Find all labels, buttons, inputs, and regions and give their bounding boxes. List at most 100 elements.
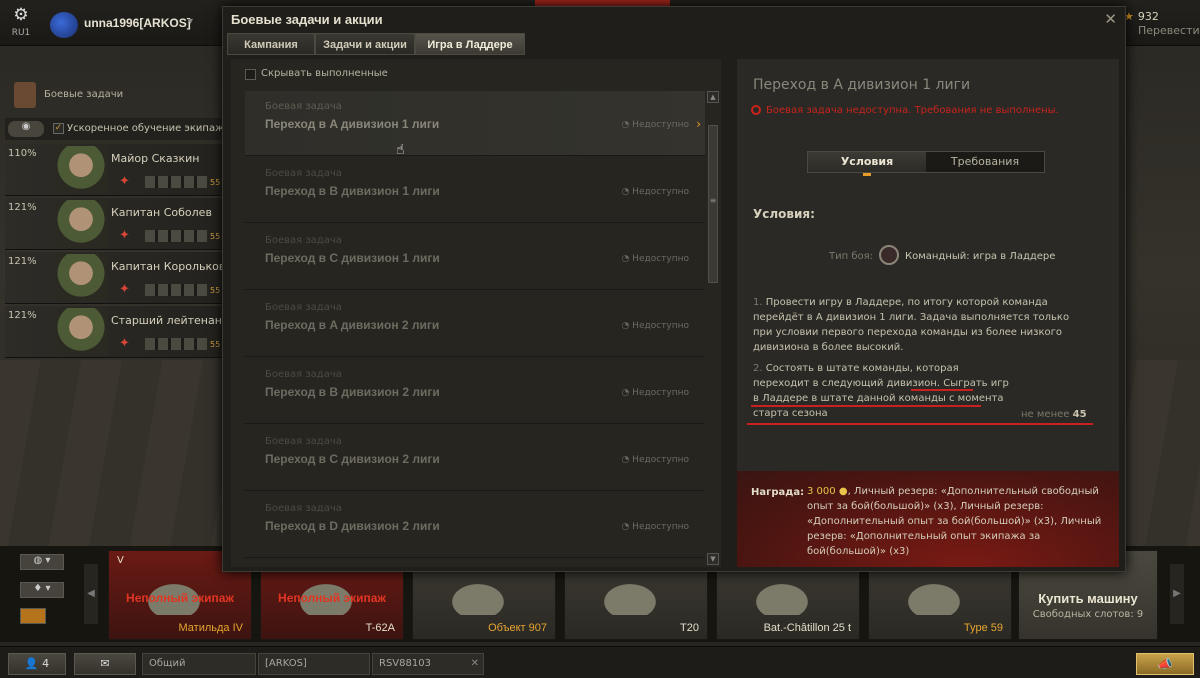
mission-status-text: Недоступно bbox=[632, 455, 689, 465]
channel-general[interactable]: Общий bbox=[142, 653, 256, 675]
missions-window: Боевые задачи и акции ✕ Кампания Задачи … bbox=[222, 6, 1126, 572]
mission-status: ◔ Недоступно bbox=[621, 254, 689, 264]
mission-detail-pane: Переход в A дивизион 1 лиги Боевая задач… bbox=[737, 59, 1119, 567]
close-icon[interactable]: ✕ bbox=[471, 654, 479, 674]
crew-member[interactable]: 110% Майор Сказкин ✦ 55 bbox=[5, 144, 223, 196]
list-item[interactable]: Боевая задача Переход в D дивизион 2 лиг… bbox=[245, 493, 705, 558]
incomplete-crew-warning: Неполный экипаж bbox=[278, 591, 386, 605]
tank-name: T20 bbox=[680, 622, 699, 634]
list-item[interactable]: Боевая задача Переход в A дивизион 2 лиг… bbox=[245, 292, 705, 357]
channel-user-label: RSV88103 bbox=[379, 658, 431, 669]
mission-title: Переход в A дивизион 1 лиги bbox=[265, 117, 440, 131]
mission-kind: Боевая задача bbox=[265, 302, 342, 313]
clock-icon: ◔ bbox=[621, 254, 630, 264]
mission-kind: Боевая задача bbox=[265, 101, 342, 112]
required-count-label: не менее bbox=[1021, 409, 1070, 420]
settings-gear-icon[interactable]: ⚙ bbox=[8, 5, 34, 25]
detail-title: Переход в A дивизион 1 лиги bbox=[753, 77, 971, 93]
crew-portrait bbox=[55, 146, 107, 194]
gold-amount: 932 bbox=[1137, 10, 1159, 23]
filter-nation-dropdown[interactable]: ◍ ▾ bbox=[20, 554, 64, 570]
tank-icon bbox=[585, 571, 675, 615]
username[interactable]: unna1996[ARKOS] bbox=[84, 16, 191, 30]
condition-line: старта сезона bbox=[753, 408, 828, 419]
list-item[interactable]: Боевая задача Переход в B дивизион 1 лиг… bbox=[245, 158, 705, 223]
highlight-underline bbox=[747, 423, 1093, 425]
rank-icon: ✦ bbox=[119, 174, 130, 189]
mission-kind: Боевая задача bbox=[265, 436, 342, 447]
scroll-thumb[interactable]: ≡ bbox=[708, 125, 718, 283]
crew-portrait bbox=[55, 254, 107, 302]
tank-icon bbox=[737, 571, 827, 615]
tab-conditions[interactable]: Условия bbox=[808, 152, 926, 176]
mission-kind: Боевая задача bbox=[265, 235, 342, 246]
prohibited-icon bbox=[751, 105, 761, 115]
exchange-link[interactable]: Перевести bbox=[1138, 24, 1200, 37]
accelerated-training-checkbox[interactable]: ✓ bbox=[53, 123, 64, 134]
clock-icon: ◔ bbox=[621, 321, 630, 331]
list-item[interactable]: Боевая задача Переход в B дивизион 2 лиг… bbox=[245, 359, 705, 424]
carousel-right-arrow[interactable]: ▶ bbox=[1170, 564, 1184, 624]
condition-line: при условии первого перехода команды из … bbox=[753, 327, 1063, 338]
close-icon[interactable]: ✕ bbox=[1104, 10, 1117, 28]
channel-clan[interactable]: [ARKOS] bbox=[258, 653, 370, 675]
list-item[interactable]: Боевая задача Переход в C дивизион 1 лиг… bbox=[245, 225, 705, 290]
reward-panel: Награда: 3 000 ●, Личный резерв: «Дополн… bbox=[737, 471, 1119, 567]
rank-icon: ✦ bbox=[119, 228, 130, 243]
mission-list: Боевая задача Переход в A дивизион 1 лиг… bbox=[245, 91, 705, 565]
hide-completed-label: Скрывать выполненные bbox=[261, 68, 388, 79]
missions-button[interactable]: Боевые задачи bbox=[10, 80, 220, 110]
chat-button[interactable]: ✉ bbox=[74, 653, 136, 675]
bottom-bar: 👤 4 ✉ Общий [ARKOS] RSV88103 ✕ 📣 bbox=[0, 646, 1200, 678]
crew-member[interactable]: 121% Капитан Соболев ✦ 55 bbox=[5, 198, 223, 250]
condition-line: переходит в следующий дивизион. Сыграть … bbox=[753, 378, 1009, 389]
mission-list-pane: Скрывать выполненные Боевая задача Перех… bbox=[231, 59, 721, 567]
tank-name: Type 59 bbox=[963, 622, 1003, 634]
friends-button[interactable]: 👤 4 bbox=[8, 653, 66, 675]
clock-icon: ◔ bbox=[621, 522, 630, 532]
notifications-button[interactable]: 📣 bbox=[1136, 653, 1194, 675]
crew-level: 55 bbox=[210, 340, 221, 349]
highlight-underline bbox=[751, 405, 981, 407]
crew-member[interactable]: 121% Капитан Корольков ✦ 55 bbox=[5, 252, 225, 304]
mission-status-text: Недоступно bbox=[632, 187, 689, 197]
list-item[interactable]: Боевая задача Переход в A дивизион 1 лиг… bbox=[245, 91, 705, 156]
mission-status-text: Недоступно bbox=[632, 388, 689, 398]
tab-missions[interactable]: Задачи и акции bbox=[315, 33, 415, 55]
gold-balance: ★ 932 bbox=[1124, 10, 1159, 23]
carousel-left-arrow[interactable]: ◀ bbox=[84, 564, 98, 624]
condition-line: дивизиона в более высокий. bbox=[753, 342, 904, 353]
mission-title: Переход в D дивизион 2 лиги bbox=[265, 519, 440, 533]
tab-campaign[interactable]: Кампания bbox=[227, 33, 315, 55]
scroll-down-icon[interactable]: ▼ bbox=[707, 553, 719, 565]
scroll-up-icon[interactable]: ▲ bbox=[707, 91, 719, 103]
battle-type-value: Командный: игра в Ладдере bbox=[905, 251, 1056, 262]
list-scrollbar[interactable]: ▲ ≡ ▼ bbox=[707, 91, 719, 565]
condition-2: 2. Состоять в штате команды, которая пер… bbox=[753, 361, 1009, 421]
tab-requirements[interactable]: Требования bbox=[926, 152, 1044, 172]
tank-icon bbox=[889, 571, 979, 615]
channel-user[interactable]: RSV88103 ✕ bbox=[372, 653, 484, 675]
filter-type-dropdown[interactable]: ♦ ▾ bbox=[20, 582, 64, 598]
tab-ladder[interactable]: Игра в Ладдере bbox=[415, 33, 525, 55]
reward-label: Награда: bbox=[751, 487, 805, 498]
required-count-value: 45 bbox=[1072, 409, 1087, 420]
tank-name: Матильда IV bbox=[178, 622, 243, 634]
server-region: RU1 bbox=[11, 28, 31, 38]
crew-toggle-icon[interactable]: ◉ bbox=[8, 121, 44, 137]
tank-name: T-62A bbox=[365, 622, 395, 634]
mission-status-text: Недоступно bbox=[632, 522, 689, 532]
megaphone-icon: 📣 bbox=[1157, 657, 1173, 671]
clock-icon: ◔ bbox=[621, 187, 630, 197]
clan-avatar[interactable] bbox=[50, 12, 78, 38]
crew-skills bbox=[145, 284, 207, 296]
filter-premium-toggle[interactable] bbox=[20, 608, 46, 624]
hide-completed-checkbox[interactable] bbox=[245, 69, 256, 80]
chevron-down-icon[interactable]: ▾ bbox=[188, 16, 193, 27]
mission-status: ◔ Недоступно bbox=[621, 522, 689, 532]
list-item[interactable]: Боевая задача Переход в C дивизион 2 лиг… bbox=[245, 426, 705, 491]
clock-icon: ◔ bbox=[621, 455, 630, 465]
crew-skill-pct: 121% bbox=[8, 256, 37, 267]
warning-text: Боевая задача недоступна. Требования не … bbox=[766, 105, 1059, 116]
crew-member[interactable]: 121% Старший лейтенант С ✦ 55 bbox=[5, 306, 240, 358]
